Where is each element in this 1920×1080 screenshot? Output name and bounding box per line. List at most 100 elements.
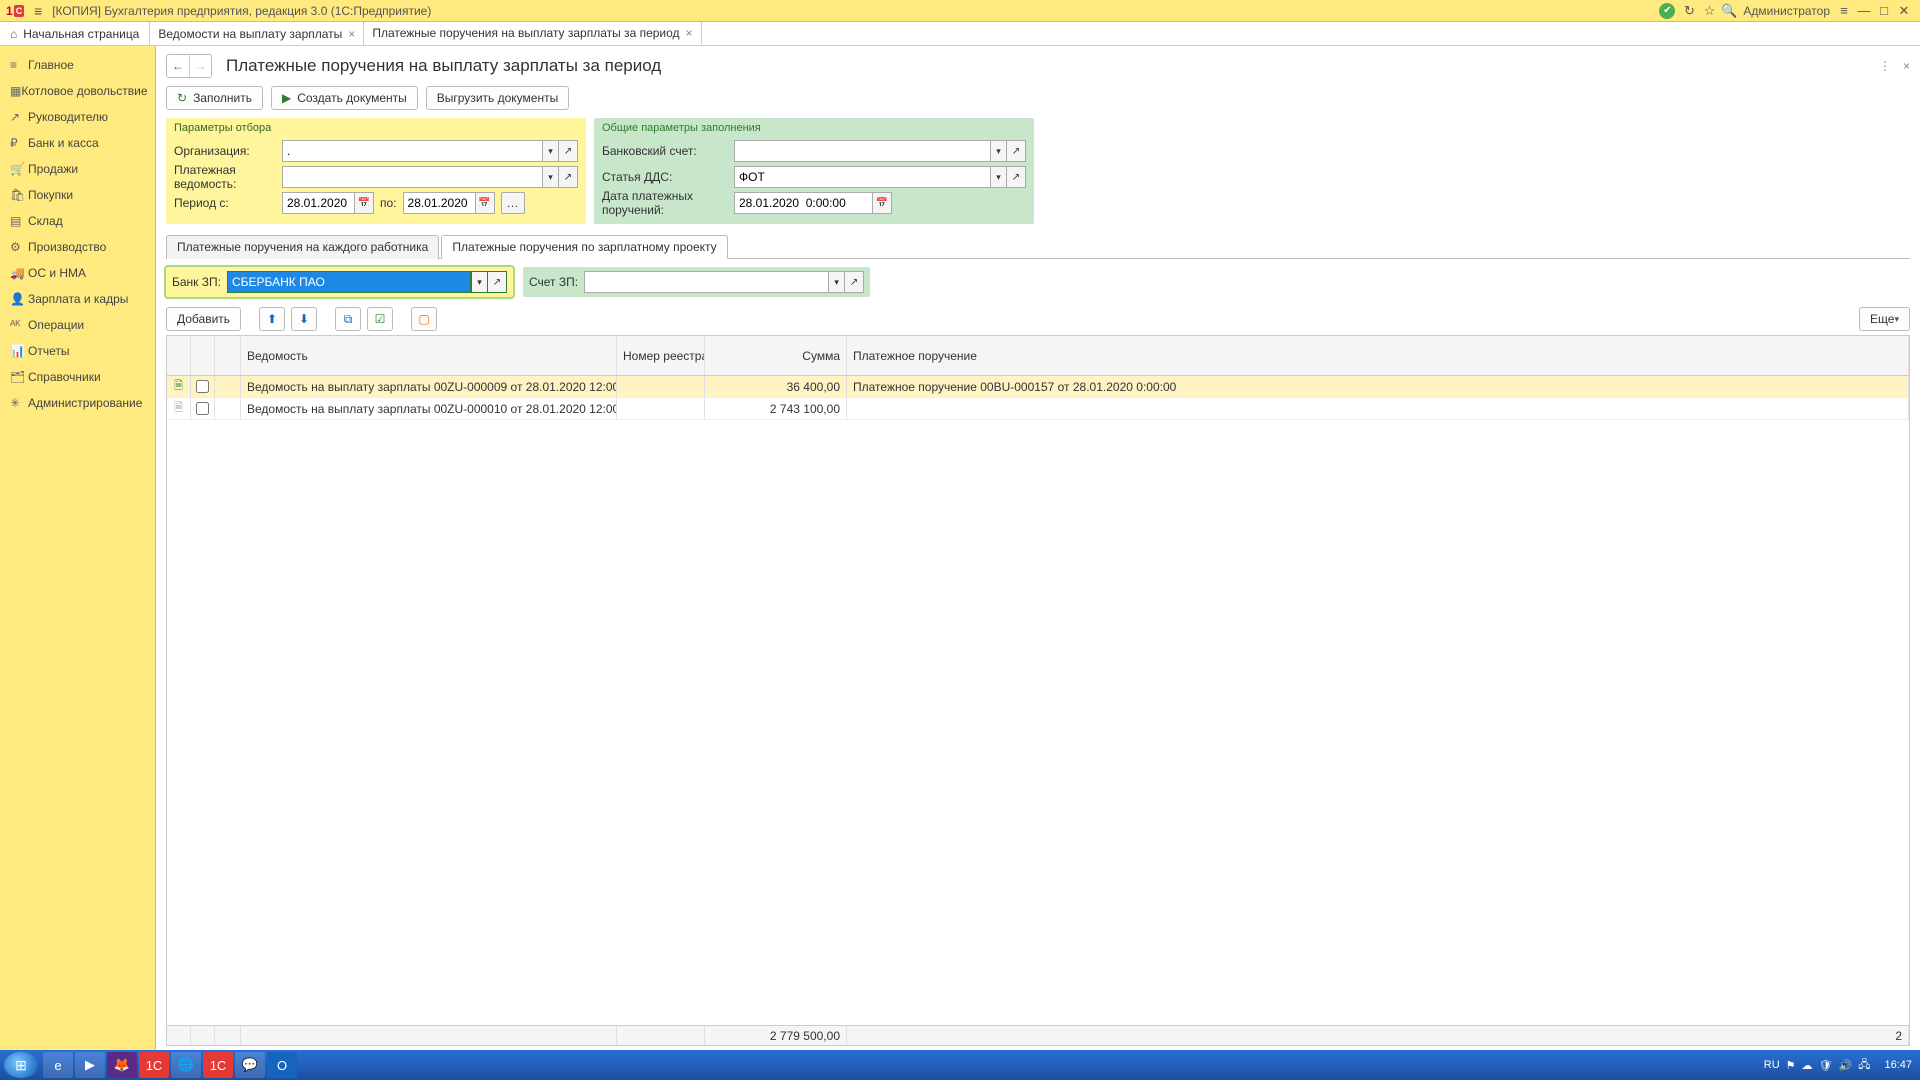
move-down-button[interactable]: ⬇ [291, 307, 317, 331]
sidebar-item-operations[interactable]: ᴬᴷОперации [0, 312, 155, 338]
page-close-icon[interactable]: × [1903, 59, 1910, 73]
period-picker-button[interactable]: … [501, 192, 525, 214]
bank-zp-block: Банк ЗП: ▾ ↗ [166, 267, 513, 297]
tray-icon[interactable]: 🔊 [1839, 1059, 1853, 1072]
forward-button[interactable]: → [189, 55, 211, 77]
sidebar-item-kotlovoe[interactable]: ▦Котловое довольствие [0, 78, 155, 104]
history-icon[interactable]: ↻ [1679, 3, 1699, 19]
add-button[interactable]: Добавить [166, 307, 241, 331]
col-vedomost[interactable]: Ведомость [241, 336, 617, 375]
dropdown-icon[interactable]: ▾ [542, 140, 558, 162]
minimize-icon[interactable]: — [1854, 3, 1874, 18]
settings-icon[interactable]: ≡ [1834, 3, 1854, 18]
hamburger-icon[interactable]: ≡ [30, 3, 46, 19]
calendar-icon[interactable]: 📅 [872, 192, 892, 214]
account-zp-input[interactable] [584, 271, 828, 293]
open-icon[interactable]: ↗ [558, 140, 578, 162]
sidebar-item-os[interactable]: 🚚ОС и НМА [0, 260, 155, 286]
bank-account-input[interactable] [734, 140, 990, 162]
export-docs-button[interactable]: Выгрузить документы [426, 86, 569, 110]
user-label[interactable]: Администратор [1743, 4, 1830, 18]
sidebar-item-bank[interactable]: ₽Банк и касса [0, 130, 155, 156]
favorite-icon[interactable]: ☆ [1699, 3, 1719, 19]
sidebar-item-label: Отчеты [28, 344, 69, 358]
taskbar-app[interactable]: 💬 [235, 1052, 265, 1078]
tray-clock[interactable]: 16:47 [1884, 1059, 1912, 1071]
bank-zp-input[interactable] [227, 271, 471, 293]
open-icon[interactable]: ↗ [1006, 166, 1026, 188]
row-checkbox[interactable] [196, 402, 209, 415]
start-button[interactable]: ⊞ [4, 1052, 38, 1078]
open-icon[interactable]: ↗ [844, 271, 864, 293]
tray-icon[interactable]: ☁ [1802, 1059, 1813, 1072]
tray-lang[interactable]: RU [1764, 1059, 1780, 1071]
tray-icon[interactable]: 🖧 [1858, 1056, 1870, 1075]
sidebar-item-purchases[interactable]: 🛍Покупки [0, 182, 155, 208]
move-up-button[interactable]: ⬆ [259, 307, 285, 331]
dds-input[interactable] [734, 166, 990, 188]
sidebar-item-salary[interactable]: 👤Зарплата и кадры [0, 286, 155, 312]
table-row[interactable]: 🗎 Ведомость на выплату зарплаты 00ZU-000… [167, 398, 1909, 420]
sidebar-item-sales[interactable]: 🛒Продажи [0, 156, 155, 182]
sidebar-item-reference[interactable]: 🗂Справочники [0, 364, 155, 390]
subtab-label: Платежные поручения на каждого работника [177, 240, 428, 254]
docdate-input[interactable] [734, 192, 872, 214]
date-from-input[interactable] [282, 192, 354, 214]
back-button[interactable]: ← [167, 55, 189, 77]
calendar-icon[interactable]: 📅 [354, 192, 374, 214]
select-all-button[interactable]: ☑ [367, 307, 393, 331]
tab-close-icon[interactable]: × [686, 26, 693, 40]
dropdown-icon[interactable]: ▾ [990, 140, 1006, 162]
col-sum[interactable]: Сумма [705, 336, 847, 375]
taskbar-app[interactable]: 1C [203, 1052, 233, 1078]
open-icon[interactable]: ↗ [558, 166, 578, 188]
copy-button[interactable]: ⧉ [335, 307, 361, 331]
system-tray[interactable]: RU ⚑ ☁ 🛡 🔊 🖧 16:47 [1764, 1056, 1916, 1075]
tab-close-icon[interactable]: × [348, 27, 355, 41]
open-icon[interactable]: ↗ [1006, 140, 1026, 162]
table-header: Ведомость Номер реестра Сумма Платежное … [167, 336, 1909, 376]
dropdown-icon[interactable]: ▾ [542, 166, 558, 188]
open-icon[interactable]: ↗ [487, 271, 507, 293]
page-menu-icon[interactable]: ⋮ [1879, 59, 1891, 73]
tab-payments[interactable]: Платежные поручения на выплату зарплаты … [364, 22, 701, 45]
taskbar-app[interactable]: ▶ [75, 1052, 105, 1078]
taskbar-app[interactable]: 🦊 [107, 1052, 137, 1078]
fill-button[interactable]: ↻Заполнить [166, 86, 263, 110]
subtab-salary-project[interactable]: Платежные поручения по зарплатному проек… [441, 235, 727, 259]
configure-button[interactable]: ▢ [411, 307, 437, 331]
dropdown-icon[interactable]: ▾ [471, 271, 487, 293]
close-icon[interactable]: ✕ [1894, 3, 1914, 19]
calendar-icon[interactable]: 📅 [475, 192, 495, 214]
dropdown-icon[interactable]: ▾ [990, 166, 1006, 188]
tray-icon[interactable]: ⚑ [1786, 1059, 1796, 1072]
vedomost-input[interactable] [282, 166, 542, 188]
sidebar-item-production[interactable]: ⚙Производство [0, 234, 155, 260]
sidebar-item-reports[interactable]: 📊Отчеты [0, 338, 155, 364]
create-docs-button[interactable]: ▶Создать документы [271, 86, 418, 110]
taskbar-app[interactable]: e [43, 1052, 73, 1078]
sidebar-item-main[interactable]: ≡Главное [0, 52, 155, 78]
taskbar-app[interactable]: 🌐 [171, 1052, 201, 1078]
cell-registry [617, 398, 705, 419]
tray-icon[interactable]: 🛡 [1819, 1059, 1833, 1072]
dropdown-icon[interactable]: ▾ [828, 271, 844, 293]
search-icon[interactable]: 🔍 [1719, 3, 1739, 19]
subtab-per-worker[interactable]: Платежные поручения на каждого работника [166, 235, 439, 259]
sidebar-item-warehouse[interactable]: ▤Склад [0, 208, 155, 234]
date-to-input[interactable] [403, 192, 475, 214]
notification-icon[interactable]: ✔ [1659, 3, 1675, 19]
restore-icon[interactable]: □ [1874, 3, 1894, 18]
col-registry[interactable]: Номер реестра [617, 336, 705, 375]
row-checkbox[interactable] [196, 380, 209, 393]
sidebar-item-director[interactable]: ↗Руководителю [0, 104, 155, 130]
tab-vedomosti[interactable]: Ведомости на выплату зарплаты × [150, 22, 364, 45]
table-row[interactable]: 🗎 Ведомость на выплату зарплаты 00ZU-000… [167, 376, 1909, 398]
org-input[interactable] [282, 140, 542, 162]
sidebar-item-admin[interactable]: ✳Администрирование [0, 390, 155, 416]
tab-home[interactable]: ⌂ Начальная страница [0, 22, 150, 45]
taskbar-app[interactable]: 1C [139, 1052, 169, 1078]
col-payment-order[interactable]: Платежное поручение [847, 336, 1909, 375]
more-button[interactable]: Еще [1859, 307, 1910, 331]
taskbar-app[interactable]: O [267, 1052, 297, 1078]
